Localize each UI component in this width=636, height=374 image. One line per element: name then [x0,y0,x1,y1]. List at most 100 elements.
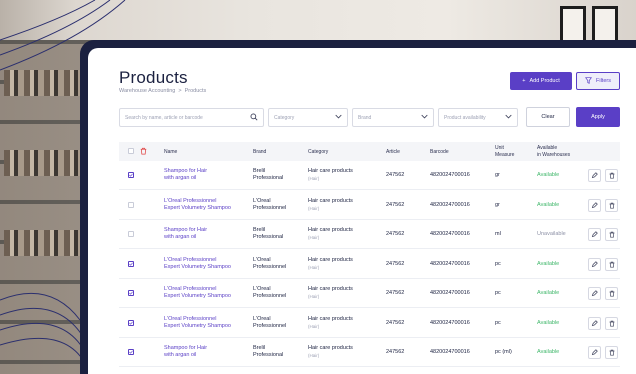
trash-icon [609,290,614,297]
column-header-unit[interactable]: Unit Measure [495,145,514,158]
table-row[interactable]: L'Oreal Professionnel Expert Volumetry Sh… [119,250,620,279]
product-name[interactable]: Shampoo for Hair with argan oil [164,227,207,241]
table-row[interactable]: L'Oreal Professionnel Expert Volumetry Sh… [119,279,620,308]
column-header-available-line2: in Warehouses [537,151,571,158]
delete-button[interactable] [605,228,618,241]
edit-button[interactable] [588,169,601,182]
delete-button[interactable] [605,257,618,271]
apply-button[interactable]: Apply [576,107,620,127]
product-name-line1: Shampoo for Hair [164,168,208,174]
product-category: Hair care products (Hair) [308,257,353,271]
add-product-button[interactable]: + Add Product [510,72,572,90]
checkmark-icon [129,262,133,266]
column-header-barcode[interactable]: Barcode [430,149,449,156]
product-name[interactable]: Shampoo for Hair with argan oil [164,168,207,182]
product-name-line1: L'Oreal Professionnel [164,315,217,322]
table-row[interactable]: L'Oreal Professionnel Expert Volumetry Sh… [119,191,620,220]
brand-placeholder: Brand [358,114,372,121]
product-unit: gr [495,172,500,178]
product-brand: Brelil Professional [253,168,283,182]
column-header-name[interactable]: Name [164,149,177,156]
delete-button[interactable] [605,346,618,359]
product-unit: ml [495,231,501,237]
column-header-available[interactable]: Available in Warehouses [537,145,570,158]
checkmark-icon [129,291,133,295]
column-header-category[interactable]: Category [308,149,328,156]
product-brand-line2: Professional [253,234,284,240]
product-brand-line2: Professional [253,352,284,358]
row-checkbox[interactable] [128,319,134,326]
table-row[interactable]: Shampoo for Hair with argan oil Brelil Prof… [119,338,620,367]
table-row[interactable]: L'Oreal Professionnel Expert Volumetry Sh… [119,309,620,338]
brand-select[interactable]: Brand [352,108,434,127]
clear-button[interactable]: Clear [526,107,570,127]
availability-status: Available [537,319,560,326]
row-checkbox[interactable] [128,201,134,208]
product-barcode: 4820024700016 [430,201,470,208]
product-name-line1: Shampoo for Hair [164,227,208,233]
edit-button[interactable] [588,228,601,241]
product-brand-line2: Professionnel [253,204,287,211]
breadcrumb-separator: > [178,88,182,94]
row-checkbox[interactable] [128,260,134,267]
search-icon[interactable] [250,113,258,123]
page-title: Products [119,68,188,87]
edit-button[interactable] [588,257,601,271]
column-header-article[interactable]: Article [386,149,400,156]
product-brand: L'Oreal Professionnel [253,257,286,271]
availability-select[interactable]: Product availability [438,108,518,127]
edit-button[interactable] [588,287,601,300]
product-name[interactable]: Shampoo for Hair with argan oil [164,345,207,359]
product-category: Hair care products (Hair) [308,198,353,212]
product-category-sub: (Hair) [308,235,320,240]
product-category: Hair care products (Hair) [308,227,353,241]
product-brand-line2: Professionnel [253,263,287,270]
product-brand: Brelil Professional [253,227,283,241]
product-category-sub: (Hair) [308,323,320,329]
delete-button[interactable] [605,287,618,300]
availability-status: Available [537,172,560,178]
trash-icon[interactable] [140,147,147,158]
table-row[interactable]: Shampoo for Hair with argan oil Brelil Prof… [119,161,620,190]
product-category-label: Hair care products [308,256,353,263]
row-checkbox[interactable] [128,172,134,178]
edit-button[interactable] [588,198,601,212]
row-checkbox[interactable] [128,231,134,237]
edit-button[interactable] [588,316,601,330]
edit-button[interactable] [588,346,601,359]
category-select[interactable]: Category [268,108,348,127]
search-input[interactable]: Search by name, article or barcode [119,108,264,127]
trash-icon [609,202,614,209]
product-name[interactable]: L'Oreal Professionnel Expert Volumetry Sh… [164,316,231,330]
table-header: Name Brand Category Article Barcode Unit… [119,142,620,161]
product-article: 247562 [386,260,405,267]
table-row[interactable]: Shampoo for Hair with argan oil Brelil Prof… [119,220,620,249]
product-unit: gr [495,201,500,208]
product-category-label: Hair care products [308,345,353,351]
delete-button[interactable] [605,169,618,182]
product-category-sub: (Hair) [308,294,320,299]
product-name-line1: L'Oreal Professionnel [164,256,217,263]
chevron-down-icon [505,114,512,121]
pencil-icon [591,260,598,267]
row-checkbox[interactable] [128,349,134,355]
breadcrumb-item-warehouse[interactable]: Warehouse Accounting [119,88,175,94]
filters-button[interactable]: Filters [576,72,620,90]
pencil-icon [591,201,598,208]
select-all-checkbox[interactable] [128,148,134,154]
product-name-line1: L'Oreal Professionnel [164,197,217,204]
row-checkbox[interactable] [128,290,134,296]
product-name-line2: with argan oil [164,234,197,240]
chevron-down-icon [335,114,342,121]
delete-button[interactable] [605,316,618,330]
product-name[interactable]: L'Oreal Professionnel Expert Volumetry Sh… [164,257,231,271]
filters-label: Filters [596,78,611,84]
delete-button[interactable] [605,198,618,212]
product-category-label: Hair care products [308,168,353,174]
product-name[interactable]: L'Oreal Professionnel Expert Volumetry Sh… [164,286,231,300]
product-article: 247562 [386,201,405,208]
product-name[interactable]: L'Oreal Professionnel Expert Volumetry Sh… [164,198,231,212]
column-header-brand[interactable]: Brand [253,149,266,156]
product-category-label: Hair care products [308,227,353,233]
checkmark-icon [129,321,133,325]
